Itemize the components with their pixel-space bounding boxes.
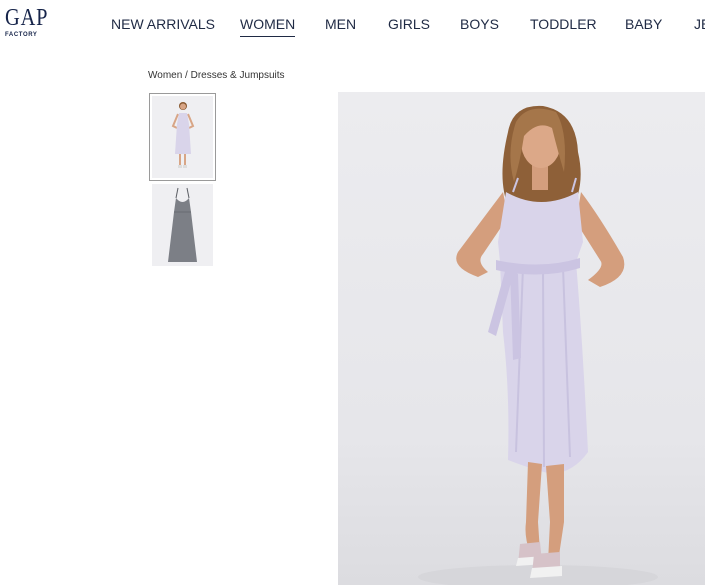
gap-factory-logo[interactable]: GAP FACTORY — [5, 5, 49, 44]
nav-item-new-arrivals[interactable]: NEW ARRIVALS — [111, 16, 215, 32]
model-wearing-dress-image — [418, 105, 658, 585]
nav-item-men[interactable]: MEN — [325, 16, 356, 32]
dress-flat-thumbnail-image — [152, 184, 213, 266]
thumbnail-model-front[interactable] — [149, 93, 216, 181]
nav-item-toddler[interactable]: TODDLER — [530, 16, 597, 32]
nav-item-jeans[interactable]: JE — [694, 16, 705, 32]
breadcrumb[interactable]: Women / Dresses & Jumpsuits — [148, 70, 285, 81]
model-thumbnail-image — [152, 96, 213, 178]
nav-item-boys[interactable]: BOYS — [460, 16, 499, 32]
logo-text: GAP — [5, 5, 49, 31]
nav-item-girls[interactable]: GIRLS — [388, 16, 430, 32]
logo-subtext: FACTORY — [5, 32, 38, 38]
nav-item-baby[interactable]: BABY — [625, 16, 662, 32]
thumbnail-dress-flat[interactable] — [152, 184, 213, 266]
nav-item-women[interactable]: WOMEN — [240, 16, 296, 37]
product-main-image[interactable] — [338, 92, 705, 585]
